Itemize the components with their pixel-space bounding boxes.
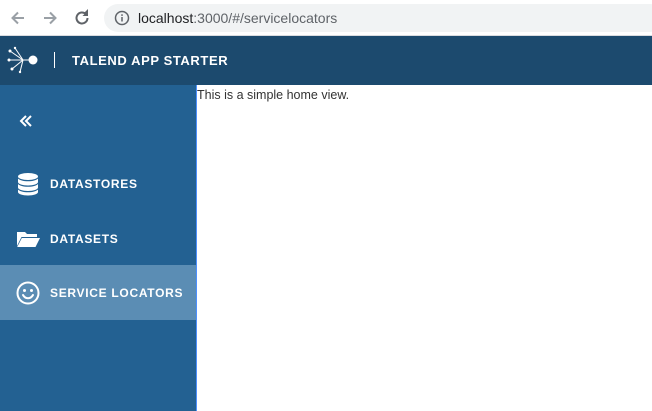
sidebar-item-label: DATASETS	[50, 231, 119, 246]
info-icon[interactable]	[114, 10, 130, 26]
arrow-left-icon	[11, 11, 24, 25]
url-host: localhost	[138, 10, 194, 26]
talend-logo-icon[interactable]	[6, 44, 40, 76]
sidebar-item-label: DATASTORES	[50, 176, 138, 191]
browser-toolbar: localhost:3000/#/servicelocators	[0, 0, 652, 36]
app-title: TALEND APP STARTER	[72, 53, 229, 68]
home-view-text: This is a simple home view.	[197, 88, 350, 102]
reload-button[interactable]	[70, 6, 94, 30]
database-icon	[18, 172, 38, 195]
url-text[interactable]: localhost:3000/#/servicelocators	[138, 10, 337, 26]
collapse-sidebar-button[interactable]	[16, 111, 36, 131]
sidebar: DATASTORES DATASETS SERVICE LOCATORS	[0, 85, 196, 411]
main-content: This is a simple home view.	[196, 85, 652, 411]
sidebar-item-datastores[interactable]: DATASTORES	[0, 156, 196, 211]
sidebar-item-datasets[interactable]: DATASETS	[0, 211, 196, 266]
address-bar[interactable]: localhost:3000/#/servicelocators	[104, 4, 652, 32]
folder-open-icon	[17, 231, 40, 247]
double-chevron-left-icon	[19, 115, 32, 127]
sidebar-item-label: SERVICE LOCATORS	[50, 285, 184, 300]
smiley-icon	[16, 281, 40, 304]
header-divider	[54, 52, 55, 68]
app-header: TALEND APP STARTER	[0, 36, 652, 85]
url-path: :3000/#/servicelocators	[193, 10, 338, 26]
forward-button[interactable]	[38, 6, 62, 30]
reload-icon	[75, 9, 89, 25]
back-button[interactable]	[6, 6, 30, 30]
sidebar-item-service-locators[interactable]: SERVICE LOCATORS	[0, 265, 196, 320]
arrow-right-icon	[44, 11, 57, 25]
